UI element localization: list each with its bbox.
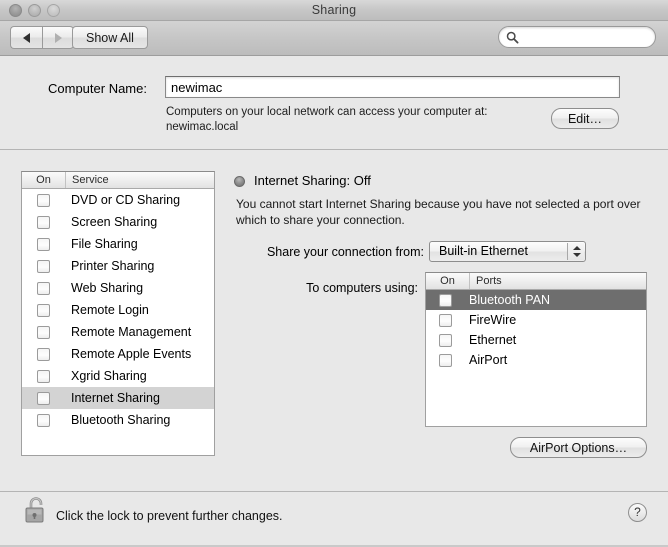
chevron-up-icon [573, 246, 581, 250]
port-checkbox[interactable] [439, 293, 452, 307]
port-checkbox[interactable] [439, 353, 452, 367]
service-checkbox[interactable] [37, 325, 50, 339]
port-row[interactable]: FireWire [426, 310, 646, 330]
service-checkbox[interactable] [37, 413, 50, 427]
service-row[interactable]: Xgrid Sharing [22, 365, 214, 387]
computer-name-note: Computers on your local network can acce… [166, 105, 536, 135]
services-rows: DVD or CD Sharing Screen Sharing File Shar… [22, 189, 214, 431]
services-column-on: On [22, 172, 66, 188]
services-column-service: Service [72, 174, 109, 186]
window-title: Sharing [311, 3, 357, 17]
service-row[interactable]: DVD or CD Sharing [22, 189, 214, 211]
service-label: Printer Sharing [71, 259, 155, 273]
service-label: File Sharing [71, 237, 138, 251]
window-titlebar: Sharing [0, 0, 668, 21]
ports-column-ports: Ports [476, 275, 502, 287]
ports-list[interactable]: On Ports Bluetooth PAN FireWire Ethernet Ai… [425, 272, 647, 427]
services-list[interactable]: On Service DVD or CD Sharing Screen Shari… [21, 171, 215, 456]
navigation-segmented-control [10, 26, 74, 49]
internet-sharing-status-indicator-icon [234, 176, 245, 187]
port-row[interactable]: AirPort [426, 350, 646, 370]
service-label: Web Sharing [71, 281, 144, 295]
service-label: Screen Sharing [71, 215, 158, 229]
port-row[interactable]: Bluetooth PAN [426, 290, 646, 310]
share-from-value: Built-in Ethernet [439, 244, 528, 258]
lock-open-icon[interactable] [22, 494, 50, 526]
service-checkbox[interactable] [37, 369, 50, 383]
service-checkbox[interactable] [37, 347, 50, 361]
service-checkbox[interactable] [37, 237, 50, 251]
service-label: Remote Login [71, 303, 149, 317]
port-checkbox[interactable] [439, 333, 452, 347]
computer-name-note-line1: Computers on your local network can acce… [166, 106, 488, 118]
ports-list-header: On Ports [426, 273, 646, 290]
computer-name-field[interactable] [165, 76, 620, 98]
internet-sharing-description: You cannot start Internet Sharing becaus… [236, 197, 641, 227]
port-label: Bluetooth PAN [469, 293, 551, 307]
port-label: AirPort [469, 353, 508, 367]
service-row[interactable]: Internet Sharing [22, 387, 214, 409]
back-button[interactable] [10, 26, 42, 49]
port-label: FireWire [469, 313, 517, 327]
help-button[interactable]: ? [628, 503, 647, 522]
toolbar: Show All [0, 21, 668, 56]
port-label: Ethernet [469, 333, 517, 347]
service-row[interactable]: Remote Management [22, 321, 214, 343]
section-divider [0, 149, 668, 150]
service-label: DVD or CD Sharing [71, 193, 181, 207]
service-label: Remote Apple Events [71, 347, 192, 361]
computer-name-note-line2: newimac.local [166, 121, 239, 133]
ports-rows: Bluetooth PAN FireWire Ethernet AirPort [426, 290, 646, 370]
to-computers-using-label: To computers using: [306, 281, 418, 295]
show-all-button[interactable]: Show All [72, 26, 148, 49]
internet-sharing-status-title: Internet Sharing: Off [254, 173, 371, 188]
service-checkbox[interactable] [37, 391, 50, 405]
computer-name-input[interactable] [171, 79, 611, 96]
edit-button[interactable]: Edit… [551, 108, 619, 129]
airport-options-button[interactable]: AirPort Options… [510, 437, 647, 458]
share-from-label: Share your connection from: [266, 245, 424, 259]
service-row[interactable]: Screen Sharing [22, 211, 214, 233]
search-icon [506, 31, 519, 44]
forward-arrow-icon [54, 32, 62, 43]
share-from-popup-button[interactable]: Built-in Ethernet [429, 241, 586, 262]
service-checkbox[interactable] [37, 259, 50, 273]
service-row[interactable]: Web Sharing [22, 277, 214, 299]
service-checkbox[interactable] [37, 303, 50, 317]
service-row[interactable]: Printer Sharing [22, 255, 214, 277]
popup-stepper-icon[interactable] [567, 243, 584, 260]
services-list-header: On Service [22, 172, 214, 189]
sharing-preference-window: Sharing Show All Computer Name: Computer… [0, 0, 668, 547]
service-label: Xgrid Sharing [71, 369, 147, 383]
forward-button[interactable] [42, 26, 74, 49]
service-checkbox[interactable] [37, 215, 50, 229]
service-row[interactable]: Remote Login [22, 299, 214, 321]
service-checkbox[interactable] [37, 193, 50, 207]
service-label: Internet Sharing [71, 391, 160, 405]
search-input[interactable] [522, 29, 648, 46]
service-row[interactable]: Bluetooth Sharing [22, 409, 214, 431]
back-arrow-icon [23, 32, 30, 43]
service-label: Remote Management [71, 325, 192, 339]
computer-name-label: Computer Name: [48, 81, 147, 96]
service-label: Bluetooth Sharing [71, 413, 171, 427]
service-row[interactable]: Remote Apple Events [22, 343, 214, 365]
lock-hint-text: Click the lock to prevent further change… [56, 509, 283, 523]
port-row[interactable]: Ethernet [426, 330, 646, 350]
service-checkbox[interactable] [37, 281, 50, 295]
search-field[interactable] [498, 26, 656, 48]
chevron-down-icon [573, 253, 581, 257]
ports-column-on: On [426, 273, 470, 289]
service-row[interactable]: File Sharing [22, 233, 214, 255]
port-checkbox[interactable] [439, 313, 452, 327]
